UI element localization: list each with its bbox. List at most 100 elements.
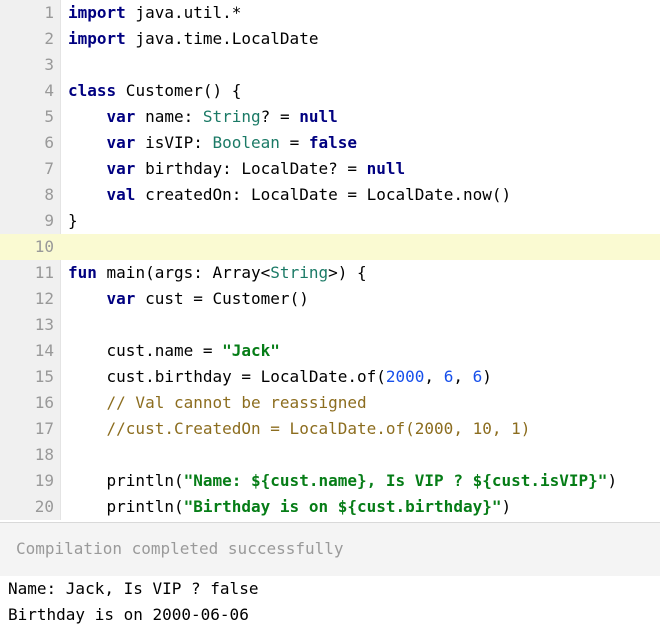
code-line[interactable]: 9} <box>0 208 660 234</box>
compilation-status-message: Compilation completed successfully <box>16 539 344 558</box>
code-token: println( <box>68 471 184 490</box>
code-line[interactable]: 20 println("Birthday is on ${cust.birthd… <box>0 494 660 520</box>
code-token: = <box>279 133 309 152</box>
code-text[interactable]: // Val cannot be reassigned <box>68 390 367 416</box>
line-number: 16 <box>34 393 54 412</box>
line-number: 5 <box>44 107 54 126</box>
code-text[interactable]: cust.birthday = LocalDate.of(2000, 6, 6) <box>68 364 492 390</box>
line-number: 19 <box>34 471 54 490</box>
code-token: var <box>106 159 136 178</box>
line-number: 8 <box>44 185 54 204</box>
output-line: Birthday is on 2000-06-06 <box>8 605 249 624</box>
code-token: Boolean <box>212 133 280 152</box>
line-number: 17 <box>34 419 54 438</box>
line-number: 20 <box>34 497 54 516</box>
code-text[interactable]: class Customer() { <box>68 78 241 104</box>
code-line[interactable]: 4 class Customer() { <box>0 78 660 104</box>
code-text[interactable]: var cust = Customer() <box>68 286 309 312</box>
code-token: java.util.* <box>125 3 242 22</box>
code-token: false <box>308 133 358 152</box>
code-token: isVIP: <box>135 133 213 152</box>
code-token: null <box>366 159 406 178</box>
code-token: name: <box>135 107 203 126</box>
code-line[interactable]: 1 import java.util.* <box>0 0 660 26</box>
line-number: 7 <box>44 159 54 178</box>
code-line[interactable]: 12 var cust = Customer() <box>0 286 660 312</box>
line-number: 6 <box>44 133 54 152</box>
code-line[interactable]: 3 <box>0 52 660 78</box>
code-token: , <box>424 367 444 386</box>
code-token: main(args: Array< <box>96 263 271 282</box>
code-token: ) <box>482 367 492 386</box>
code-line[interactable]: 5 var name: String? = null <box>0 104 660 130</box>
code-token: birthday: LocalDate? = <box>135 159 367 178</box>
code-token: java.time.LocalDate <box>125 29 319 48</box>
code-token: class <box>68 81 117 100</box>
code-token: null <box>299 107 338 126</box>
code-text[interactable]: cust.name = "Jack" <box>68 338 280 364</box>
code-line[interactable]: 6 var isVIP: Boolean = false <box>0 130 660 156</box>
code-text[interactable]: //cust.CreatedOn = LocalDate.of(2000, 10… <box>68 416 531 442</box>
code-text[interactable]: } <box>68 208 78 234</box>
code-text[interactable]: var isVIP: Boolean = false <box>68 130 357 156</box>
compilation-status-bar: Compilation completed successfully <box>0 522 660 577</box>
code-line[interactable]: 18 <box>0 442 660 468</box>
line-number: 4 <box>44 81 54 100</box>
code-line[interactable]: 17 //cust.CreatedOn = LocalDate.of(2000,… <box>0 416 660 442</box>
code-line[interactable]: 10 <box>0 234 660 260</box>
code-text[interactable]: var birthday: LocalDate? = null <box>68 156 406 182</box>
code-token: String <box>202 107 261 126</box>
code-line[interactable]: 15 cust.birthday = LocalDate.of(2000, 6,… <box>0 364 660 390</box>
line-number: 10 <box>34 237 54 256</box>
output-line: Name: Jack, Is VIP ? false <box>8 579 259 598</box>
code-token: var <box>106 107 136 126</box>
code-token: 6 <box>443 367 454 386</box>
code-text[interactable]: val createdOn: LocalDate = LocalDate.now… <box>68 182 512 208</box>
code-token: println( <box>68 497 184 516</box>
code-token: // Val cannot be reassigned <box>106 393 367 412</box>
line-number: 18 <box>34 445 54 464</box>
code-line[interactable]: 8 val createdOn: LocalDate = LocalDate.n… <box>0 182 660 208</box>
code-line[interactable]: 11 fun main(args: Array<String>) { <box>0 260 660 286</box>
line-number: 14 <box>34 341 54 360</box>
code-text[interactable]: var name: String? = null <box>68 104 338 130</box>
code-token: import <box>68 29 126 48</box>
code-line[interactable]: 13 <box>0 312 660 338</box>
code-line[interactable]: 7 var birthday: LocalDate? = null <box>0 156 660 182</box>
code-token: , <box>453 367 473 386</box>
code-token: cust.name = <box>68 341 223 360</box>
code-line[interactable]: 16 // Val cannot be reassigned <box>0 390 660 416</box>
line-number: 3 <box>44 55 54 74</box>
code-token: 6 <box>472 367 483 386</box>
code-line[interactable]: 14 cust.name = "Jack" <box>0 338 660 364</box>
code-line[interactable]: 2 import java.time.LocalDate <box>0 26 660 52</box>
code-token: var <box>106 289 136 308</box>
line-number: 13 <box>34 315 54 334</box>
run-output-panel: Name: Jack, Is VIP ? false Birthday is o… <box>0 576 660 626</box>
code-editor[interactable]: 1 import java.util.* 2 import java.time.Loc… <box>0 0 660 520</box>
code-token: Customer() { <box>116 81 242 100</box>
code-token: "Jack" <box>222 341 280 360</box>
line-number: 2 <box>44 29 54 48</box>
code-token: 2000 <box>385 367 425 386</box>
code-token: ) <box>607 471 618 490</box>
line-number: 9 <box>44 211 54 230</box>
code-token: "Birthday is on ${cust.birthday}" <box>183 497 502 516</box>
code-text[interactable]: import java.time.LocalDate <box>68 26 318 52</box>
line-number: 1 <box>44 3 54 22</box>
code-text[interactable]: import java.util.* <box>68 0 241 26</box>
code-text[interactable]: println("Name: ${cust.name}, Is VIP ? ${… <box>68 468 618 494</box>
code-token: createdOn: LocalDate = LocalDate.now() <box>135 185 512 204</box>
code-text[interactable]: println("Birthday is on ${cust.birthday}… <box>68 494 512 520</box>
code-line[interactable]: 19 println("Name: ${cust.name}, Is VIP ?… <box>0 468 660 494</box>
code-token: cust = Customer() <box>135 289 309 308</box>
code-text[interactable]: fun main(args: Array<String>) { <box>68 260 367 286</box>
code-token: val <box>106 185 136 204</box>
line-number: 15 <box>34 367 54 386</box>
